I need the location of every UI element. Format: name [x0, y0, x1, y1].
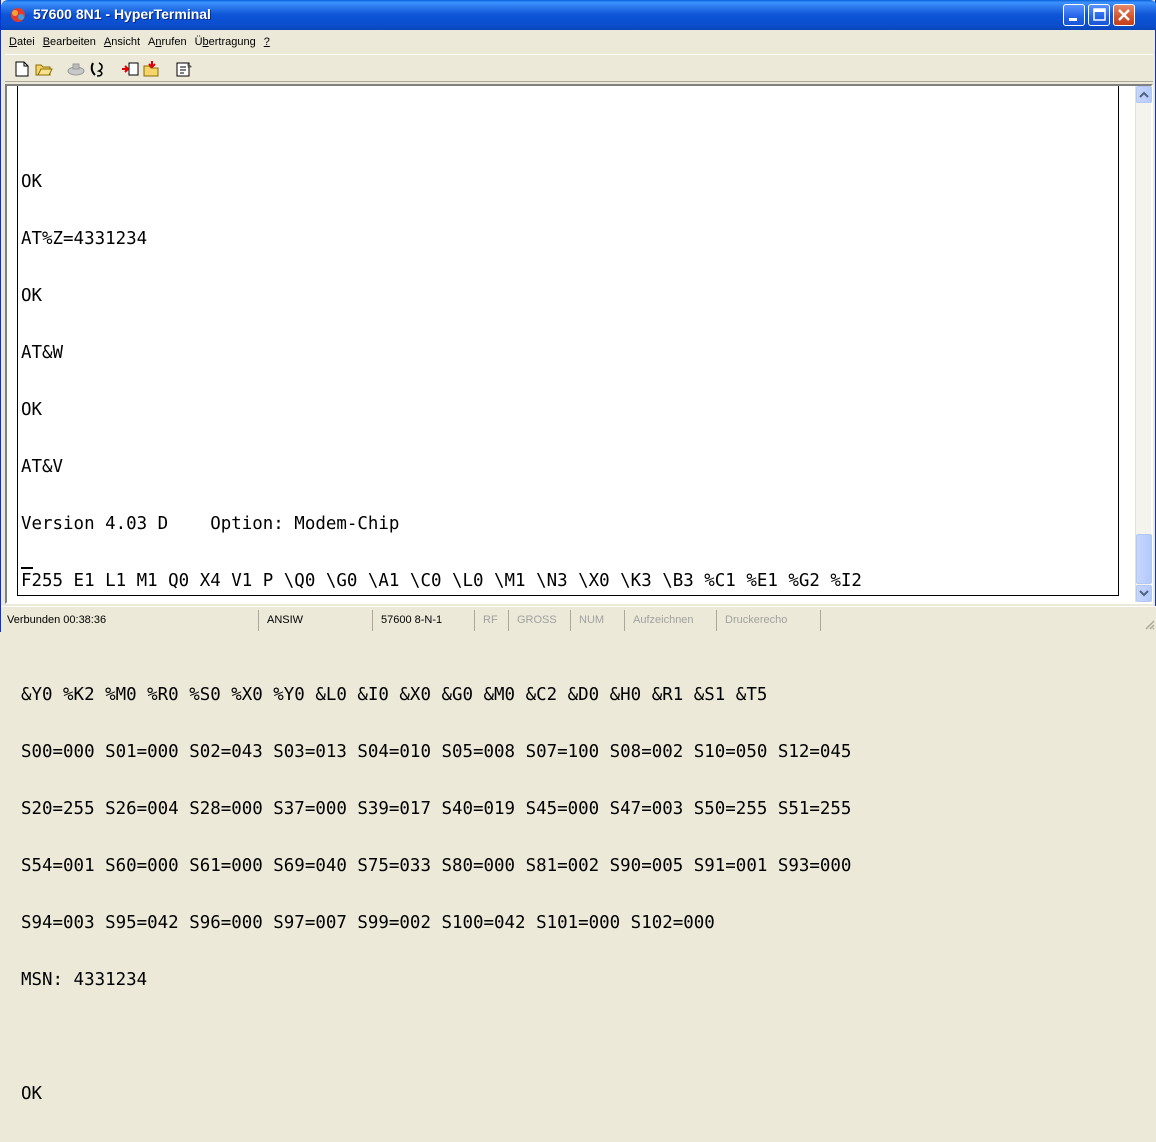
terminal-screen[interactable]: OK AT%Z=4331234 OK AT&W OK AT&V Version …	[7, 86, 1133, 1103]
terminal-line: S54=001 S60=000 S61=000 S69=040 S75=033 …	[21, 855, 852, 876]
status-rf: RF	[479, 610, 509, 631]
new-connection-icon[interactable]	[13, 61, 31, 77]
hyperterminal-app-icon[interactable]	[9, 6, 27, 24]
chevron-up-icon	[1139, 91, 1149, 98]
menu-uebertragung-pre: Ü	[194, 36, 203, 48]
status-print-echo: Druckerecho	[721, 610, 821, 631]
menu-anrufen[interactable]: Anrufen	[144, 36, 191, 48]
status-settings: 57600 8-N-1	[377, 610, 475, 631]
menu-bearbeiten-accel: B	[42, 36, 51, 48]
scroll-down-button[interactable]	[1136, 585, 1152, 602]
menu-bearbeiten[interactable]: Bearbeiten	[39, 36, 100, 48]
status-record: Aufzeichnen	[629, 610, 717, 631]
terminal-frame: OK AT%Z=4331234 OK AT&W OK AT&V Version …	[5, 84, 1153, 1103]
vertical-scrollbar[interactable]	[1135, 86, 1152, 602]
menu-datei-accel: D	[9, 36, 17, 48]
status-connected: Verbunden 00:38:36	[3, 610, 259, 631]
minimize-icon	[1069, 18, 1077, 21]
status-gross: GROSS	[513, 610, 571, 631]
terminal-line: F255 E1 L1 M1 Q0 X4 V1 P \Q0 \G0 \A1 \C0…	[21, 570, 862, 591]
menu-uebertragung-post: ertragung	[208, 36, 256, 48]
menu-datei-post: atei	[16, 36, 35, 48]
menu-anrufen-post: rufen	[161, 36, 187, 48]
status-emulation: ANSIW	[263, 610, 373, 631]
scroll-thumb[interactable]	[1136, 534, 1152, 584]
chevron-down-icon	[1139, 590, 1149, 597]
terminal-output: OK AT%Z=4331234 OK AT&W OK AT&V Version …	[21, 134, 862, 1141]
terminal-line: AT%Z=4331234	[21, 228, 148, 249]
disconnect-icon[interactable]	[67, 61, 85, 77]
text-cursor	[21, 567, 33, 569]
resize-grip-icon[interactable]	[1143, 618, 1155, 630]
terminal-line: S20=255 S26=004 S28=000 S37=000 S39=017 …	[21, 798, 852, 819]
menu-bar: Datei Bearbeiten Ansicht Anrufen Übertra…	[5, 32, 1153, 52]
terminal-line: OK	[21, 285, 43, 306]
title-bar[interactable]: 57600 8N1 - HyperTerminal	[1, 0, 1156, 30]
terminal-line: S00=000 S01=000 S02=043 S03=013 S04=010 …	[21, 741, 852, 762]
menu-help[interactable]: ?	[260, 36, 274, 48]
maximize-button[interactable]	[1088, 4, 1110, 26]
status-num: NUM	[575, 610, 625, 631]
terminal-line: OK	[21, 1083, 43, 1104]
menu-help-accel: ?	[263, 36, 270, 48]
menu-bearbeiten-post: earbeiten	[50, 36, 96, 48]
terminal-line: MSN: 4331234	[21, 969, 148, 990]
close-button[interactable]	[1113, 4, 1135, 26]
send-icon[interactable]	[121, 61, 139, 77]
properties-icon[interactable]	[175, 61, 193, 77]
menu-datei[interactable]: Datei	[5, 36, 39, 48]
close-icon	[1118, 9, 1130, 21]
terminal-line: OK	[21, 171, 43, 192]
scroll-up-button[interactable]	[1136, 86, 1152, 103]
minimize-button[interactable]	[1063, 4, 1085, 26]
terminal-line: S94=003 S95=042 S96=000 S97=007 S99=002 …	[21, 912, 715, 933]
receive-icon[interactable]	[143, 61, 161, 77]
toolbar	[5, 54, 1153, 82]
window-title: 57600 8N1 - HyperTerminal	[33, 6, 211, 22]
maximize-icon	[1093, 8, 1106, 21]
menu-uebertragung[interactable]: Übertragung	[191, 36, 260, 48]
dial-icon[interactable]	[89, 61, 107, 77]
terminal-line: &Y0 %K2 %M0 %R0 %S0 %X0 %Y0 &L0 &I0 &X0 …	[21, 684, 768, 705]
terminal-line: AT&W	[21, 342, 64, 363]
hyperterminal-window: 57600 8N1 - HyperTerminal Datei Bearbeit…	[0, 0, 1156, 1103]
terminal-line: Version 4.03 D Option: Modem-Chip	[21, 513, 400, 534]
terminal-line: OK	[21, 399, 43, 420]
status-bar: Verbunden 00:38:36 ANSIW 57600 8-N-1 RF …	[1, 606, 1156, 632]
menu-ansicht-post: nsicht	[111, 36, 141, 48]
open-icon[interactable]	[35, 61, 53, 77]
menu-ansicht[interactable]: Ansicht	[100, 36, 144, 48]
terminal-line: AT&V	[21, 456, 64, 477]
